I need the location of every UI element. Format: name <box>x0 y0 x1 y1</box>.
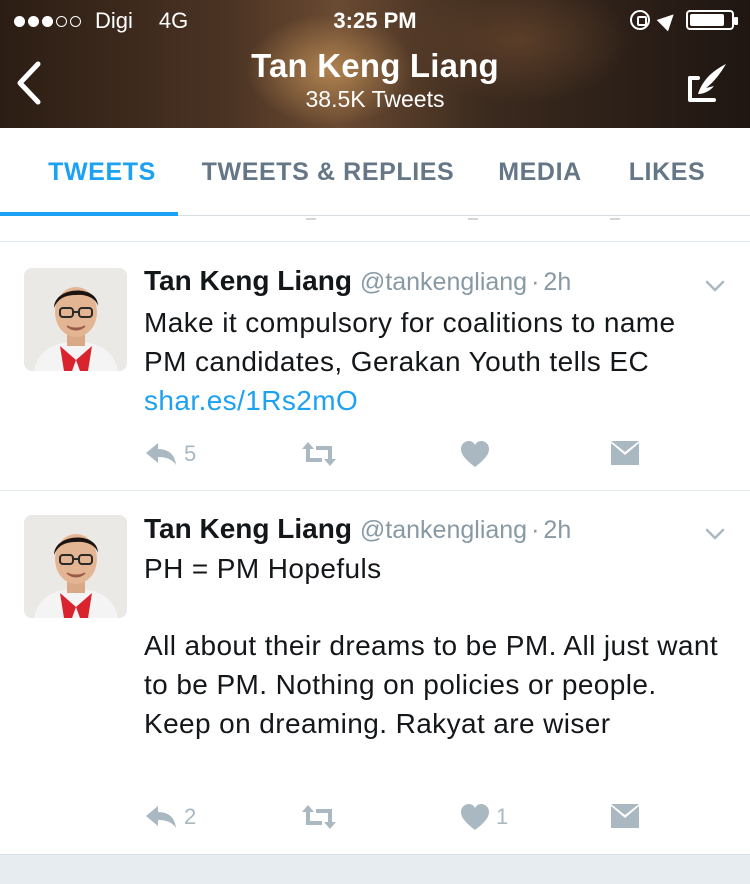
tweet-author-handle[interactable]: @tankengliang <box>360 516 527 544</box>
scroll-peek-mark <box>306 216 316 220</box>
tweet-author-handle[interactable]: @tankengliang <box>360 268 527 296</box>
tweet-actions: 5 <box>144 436 704 472</box>
tweet-timestamp: 2h <box>543 516 572 544</box>
timeline-bottom-edge <box>0 854 750 884</box>
scroll-peek-mark <box>610 216 620 220</box>
tweet-count: 38.5K Tweets <box>305 86 445 112</box>
tweet-separator: · <box>531 268 540 296</box>
tweet-options-button[interactable] <box>704 275 726 297</box>
tab-likes[interactable]: LIKES <box>612 128 722 216</box>
avatar[interactable] <box>24 268 127 371</box>
tweet[interactable]: Tan Keng Liang @tankengliang · 2h PH = PM H… <box>0 491 750 855</box>
tweet-body: All about their dreams to be PM. All jus… <box>144 630 718 739</box>
scroll-peek-mark <box>468 216 478 220</box>
caret-down-icon <box>705 528 725 540</box>
retweet-icon <box>302 805 336 829</box>
previous-tweet-edge <box>0 216 750 242</box>
heart-icon <box>461 441 489 467</box>
tab-tweets-and-replies[interactable]: TWEETS & REPLIES <box>196 128 460 216</box>
avatar-image <box>24 515 127 618</box>
tweet-link[interactable]: shar.es/1Rs2mO <box>144 385 358 416</box>
tweet-separator: · <box>531 516 540 544</box>
direct-message-icon <box>611 441 639 465</box>
profile-name-title: Tan Keng Liang <box>251 47 499 84</box>
like-button[interactable] <box>460 436 496 472</box>
direct-message-button[interactable] <box>610 436 640 472</box>
tweet-text: PH = PM Hopefuls All about their dreams … <box>144 549 724 743</box>
avatar[interactable] <box>24 515 127 618</box>
reply-icon <box>146 806 176 828</box>
location-icon <box>656 8 680 32</box>
tweet-first-line: PH = PM Hopefuls <box>144 553 382 584</box>
tweet-options-button[interactable] <box>704 523 726 545</box>
avatar-image <box>24 268 127 371</box>
tweet-author-name[interactable]: Tan Keng Liang <box>144 265 352 296</box>
reply-count: 5 <box>184 441 197 466</box>
profile-header: Digi 4G 3:25 PM Tan Keng Liang 38.5K Twe… <box>0 0 750 128</box>
compose-tweet-icon <box>688 64 726 102</box>
heart-icon <box>461 804 489 830</box>
like-button[interactable]: 1 <box>460 799 508 835</box>
tweet[interactable]: Tan Keng Liang @tankengliang · 2h Make it c… <box>0 243 750 491</box>
battery-fill <box>690 14 724 26</box>
tweet-text: Make it compulsory for coalitions to nam… <box>144 303 724 420</box>
like-count: 1 <box>496 804 509 829</box>
retweet-button[interactable] <box>300 436 338 472</box>
battery-icon <box>686 10 738 30</box>
compose-button[interactable] <box>684 58 732 106</box>
reply-button[interactable]: 2 <box>144 799 196 835</box>
tweet-author-name[interactable]: Tan Keng Liang <box>144 513 352 544</box>
tweet-header: Tan Keng Liang @tankengliang · 2h <box>144 513 571 545</box>
orientation-lock-icon <box>630 10 650 30</box>
status-right <box>630 8 738 32</box>
retweet-button[interactable] <box>300 799 338 835</box>
tweet-body: Make it compulsory for coalitions to nam… <box>144 307 676 377</box>
tab-media[interactable]: MEDIA <box>480 128 600 216</box>
retweet-icon <box>302 442 336 466</box>
reply-icon <box>146 443 176 465</box>
reply-button[interactable]: 5 <box>144 436 196 472</box>
direct-message-button[interactable] <box>610 799 640 835</box>
tweet-paragraph-gap <box>144 588 724 626</box>
tweet-timestamp: 2h <box>543 268 572 296</box>
reply-count: 2 <box>184 804 197 829</box>
tweet-actions: 2 1 <box>144 799 704 835</box>
tweet-header: Tan Keng Liang @tankengliang · 2h <box>144 265 571 297</box>
profile-tabs: TWEETS TWEETS & REPLIES MEDIA LIKES <box>0 128 750 216</box>
tab-tweets[interactable]: TWEETS <box>0 128 204 216</box>
caret-down-icon <box>705 280 725 292</box>
status-bar: Digi 4G 3:25 PM <box>0 0 750 40</box>
direct-message-icon <box>611 804 639 828</box>
profile-screen: Digi 4G 3:25 PM Tan Keng Liang 38.5K Twe… <box>0 0 750 884</box>
